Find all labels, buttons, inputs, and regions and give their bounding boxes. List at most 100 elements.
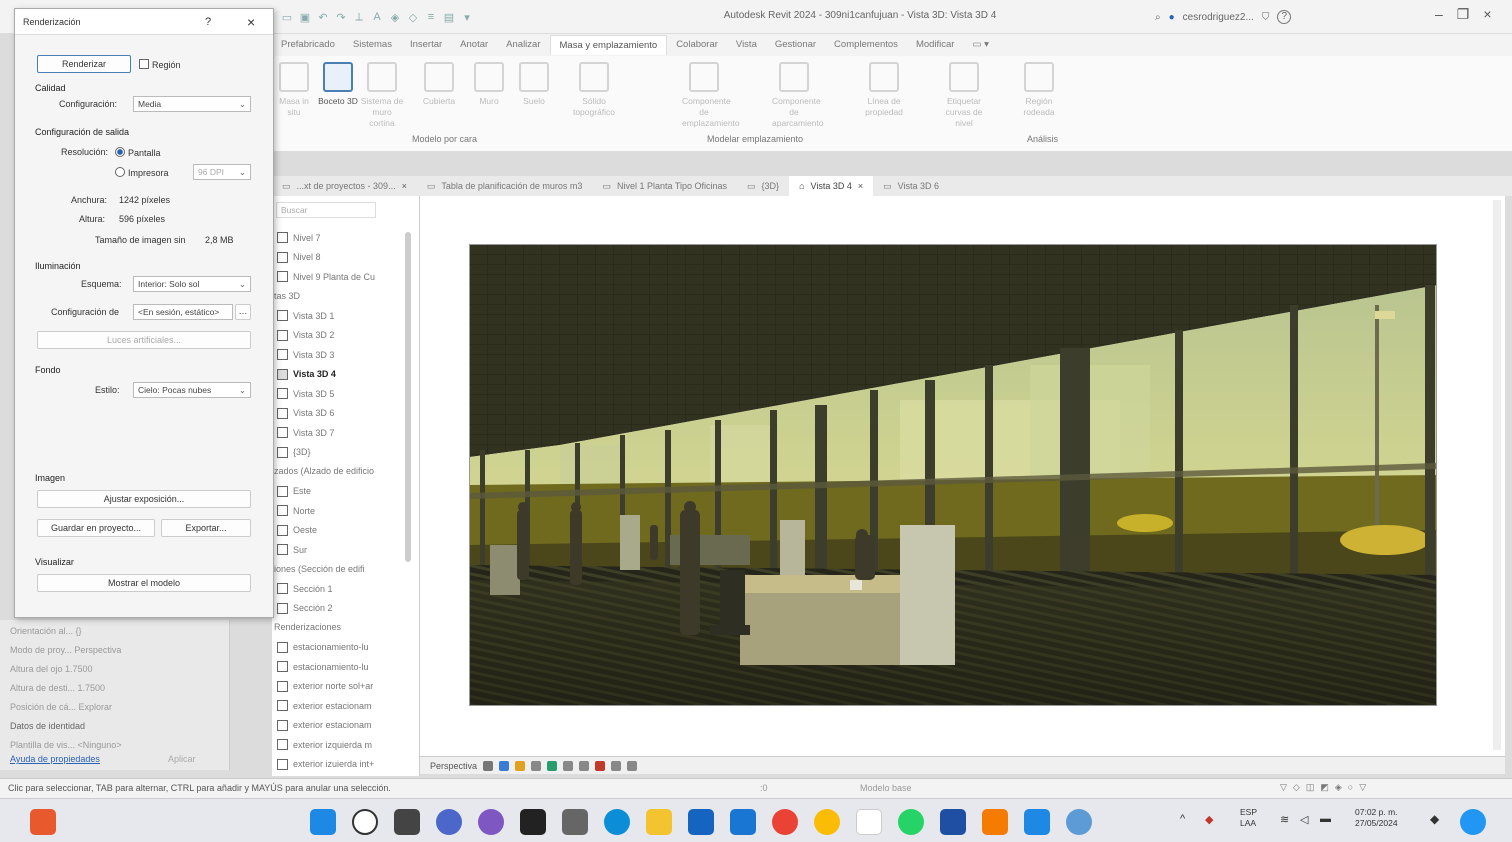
calculator-icon[interactable]: [562, 809, 588, 835]
screen-radio[interactable]: Pantalla: [115, 147, 161, 158]
property-row[interactable]: Altura de desti... 1.7500: [10, 683, 105, 693]
file-explorer-icon[interactable]: [646, 809, 672, 835]
browser-item[interactable]: estacionamiento-lu: [277, 641, 369, 653]
quality-setting-select[interactable]: Media ⌄: [133, 96, 251, 112]
ribbon-tab[interactable]: Vista: [727, 35, 766, 55]
browser-item[interactable]: Vista 3D 4: [277, 368, 336, 380]
view-scrollbar[interactable]: [1493, 200, 1501, 750]
ribbon-button[interactable]: Componente de emplazamiento: [682, 62, 740, 129]
undo-icon[interactable]: ↶: [316, 11, 330, 24]
ribbon-tab[interactable]: Complementos: [825, 35, 907, 55]
browser-item[interactable]: iones (Sección de edifi: [274, 564, 365, 574]
browser-item[interactable]: Vista 3D 3: [277, 349, 334, 360]
browser-item[interactable]: exterior estacionam: [277, 719, 372, 731]
app-icon[interactable]: [30, 809, 56, 835]
property-row[interactable]: Modo de proy... Perspectiva: [10, 645, 121, 655]
edge-icon[interactable]: [604, 809, 630, 835]
projection-label[interactable]: Perspectiva: [430, 761, 477, 771]
close-tab-icon[interactable]: ×: [402, 176, 407, 196]
browser-item[interactable]: Sección 1: [277, 583, 333, 594]
detail-level-icon[interactable]: [483, 760, 494, 771]
reveal-hidden-icon[interactable]: [627, 760, 638, 771]
ribbon-tab[interactable]: Masa y emplazamiento: [549, 35, 668, 55]
wifi-icon[interactable]: ≋: [1280, 813, 1289, 826]
tray-chevron-icon[interactable]: ^: [1180, 813, 1185, 825]
scheme-select[interactable]: Interior: Solo sol ⌄: [133, 276, 251, 292]
help-icon[interactable]: ?: [1277, 10, 1292, 24]
temp-hide-icon[interactable]: [611, 760, 622, 771]
ribbon-button[interactable]: Sistema de muro cortina: [360, 62, 404, 129]
ribbon-button[interactable]: Boceto 3D: [316, 62, 360, 107]
sun-setting-field[interactable]: <En sesión, estático>: [133, 304, 233, 320]
ribbon-button[interactable]: Línea de propiedad: [862, 62, 906, 118]
render-icon[interactable]: [547, 760, 558, 771]
volume-icon[interactable]: ◁: [1300, 813, 1308, 826]
ribbon-tab[interactable]: Prefabricado: [272, 35, 344, 55]
browser-search-input[interactable]: Buscar: [276, 202, 376, 218]
restore-icon[interactable]: ❐: [1457, 6, 1470, 23]
lock-view-icon[interactable]: [595, 760, 606, 771]
app5-icon[interactable]: [856, 809, 882, 835]
cart-icon[interactable]: ⛉: [1262, 12, 1270, 23]
chrome-icon[interactable]: [772, 809, 798, 835]
ribbon-tab[interactable]: Analizar: [497, 35, 549, 55]
ribbon-options-icon[interactable]: ▭ ▾: [963, 35, 997, 55]
screen-radio-dot[interactable]: [115, 147, 125, 157]
browser-item[interactable]: Vista 3D 7: [277, 427, 334, 438]
ribbon-button[interactable]: Muro: [467, 62, 511, 107]
browser-item[interactable]: exterior norte sol+ar: [277, 680, 373, 692]
browser-item[interactable]: Renderizaciones: [274, 622, 341, 632]
ribbon-group-label[interactable]: Modelar emplazamiento: [707, 134, 803, 144]
open-icon[interactable]: ▭: [280, 11, 294, 24]
property-row[interactable]: Posición de cá... Explorar: [10, 702, 112, 712]
ribbon-button[interactable]: Región rodeada: [1017, 62, 1061, 118]
browser-item[interactable]: zados (Alzado de edificio: [274, 466, 374, 476]
properties-help-link[interactable]: Ayuda de propiedades: [10, 754, 100, 764]
property-row[interactable]: Altura del ojo 1.7500: [10, 664, 93, 674]
property-row[interactable]: Datos de identidad: [10, 721, 85, 731]
browser-item[interactable]: Oeste: [277, 524, 317, 536]
ribbon-tab[interactable]: Insertar: [401, 35, 451, 55]
printer-radio[interactable]: Impresora: [115, 167, 169, 178]
app2-icon[interactable]: [478, 809, 504, 835]
document-tab[interactable]: ▭ Vista 3D 6: [873, 176, 949, 196]
browser-item[interactable]: Nivel 8: [277, 251, 321, 263]
browser-item[interactable]: {3D}: [277, 446, 311, 458]
whatsapp-icon[interactable]: [898, 809, 924, 835]
background-style-select[interactable]: Cielo: Pocas nubes ⌄: [133, 382, 251, 398]
save-icon[interactable]: ▣: [298, 11, 312, 24]
ribbon-tab[interactable]: Gestionar: [766, 35, 825, 55]
user-name[interactable]: cesrodriguez2...: [1183, 12, 1254, 23]
region-checkbox-box[interactable]: [139, 59, 149, 69]
text-icon[interactable]: A: [370, 11, 384, 23]
search-taskbar-icon[interactable]: [352, 809, 378, 835]
browser-item[interactable]: exterior estacionam: [277, 700, 372, 711]
active-model[interactable]: Modelo base: [860, 783, 912, 793]
dialog-close-icon[interactable]: ×: [247, 14, 255, 30]
windows-start-icon[interactable]: [310, 809, 336, 835]
app4-icon[interactable]: [814, 809, 840, 835]
close-icon[interactable]: ×: [1483, 6, 1491, 23]
render-button[interactable]: Renderizar: [37, 55, 131, 73]
user-icon[interactable]: ●: [1169, 12, 1175, 23]
browser-item[interactable]: Vista 3D 1: [277, 310, 334, 321]
app6-icon[interactable]: [982, 809, 1008, 835]
document-tab[interactable]: ▭ {3D}: [737, 176, 789, 196]
customize-qat-icon[interactable]: ▾: [460, 11, 474, 24]
browser-item[interactable]: Nivel 9 Planta de Cu: [277, 271, 375, 282]
mail-icon[interactable]: [730, 809, 756, 835]
artificial-lights-button[interactable]: Luces artificiales...: [37, 331, 251, 349]
browser-item[interactable]: exterior izuierda int+: [277, 758, 374, 770]
printer-radio-dot[interactable]: [115, 167, 125, 177]
save-to-project-button[interactable]: Guardar en proyecto...: [37, 519, 155, 537]
ribbon-button[interactable]: Suelo: [512, 62, 556, 107]
document-tab[interactable]: ▭ Nivel 1 Planta Tipo Oficinas: [592, 176, 737, 196]
shadows-icon[interactable]: [531, 760, 542, 771]
close-tab-icon[interactable]: ×: [858, 176, 863, 196]
measure-icon[interactable]: ⟂: [352, 11, 366, 24]
document-tab[interactable]: ▭ Tabla de planificación de muros m3: [417, 176, 593, 196]
ribbon-tab[interactable]: Anotar: [451, 35, 497, 55]
ribbon-button[interactable]: Componente de aparcamiento: [772, 62, 824, 129]
document-tab[interactable]: ⌂ Vista 3D 4 ×: [789, 176, 874, 196]
dialog-help-button[interactable]: ?: [205, 16, 211, 28]
